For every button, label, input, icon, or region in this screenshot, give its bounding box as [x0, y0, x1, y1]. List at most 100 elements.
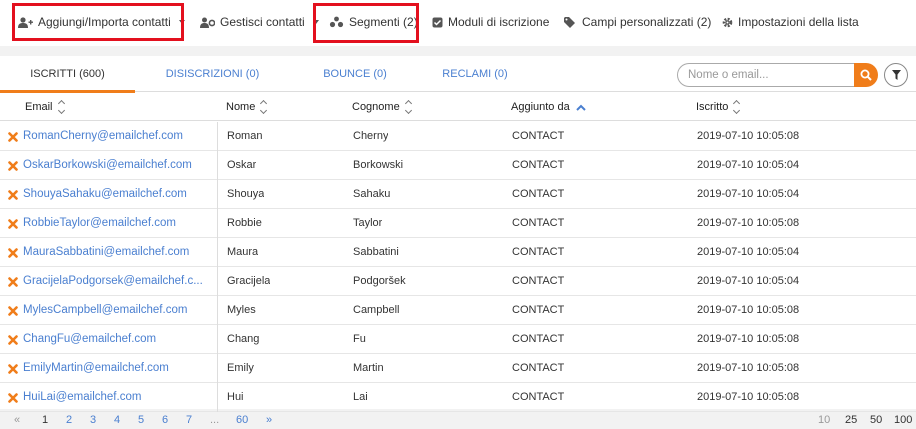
contact-email-link[interactable]: HuiLai@emailchef.com — [23, 383, 141, 412]
page-size-50[interactable]: 50 — [870, 414, 882, 426]
contact-email-link[interactable]: MauraSabbatini@emailchef.com — [23, 238, 189, 267]
email-cell: HuiLai@emailchef.com — [0, 383, 218, 412]
column-header-subscribed[interactable]: Iscritto — [696, 93, 741, 121]
table-row: EmilyMartin@emailchef.com Emily Martin CONT… — [0, 354, 916, 383]
page-size-100[interactable]: 100 — [894, 414, 912, 426]
pagination-page-4[interactable]: 4 — [114, 414, 120, 426]
signup-forms-button[interactable]: Moduli di iscrizione — [432, 0, 549, 44]
gear-icon — [722, 17, 733, 28]
table-row: MylesCampbell@emailchef.com Myles Campbell… — [0, 296, 916, 325]
delete-icon[interactable] — [8, 160, 18, 171]
contact-email-link[interactable]: RobbieTaylor@emailchef.com — [23, 209, 176, 238]
subscribed-date-cell: 2019-07-10 10:05:04 — [697, 246, 800, 258]
added-by-cell: CONTACT — [512, 391, 565, 403]
column-header-added-by-label: Aggiunto da — [511, 101, 570, 113]
subscribed-date-cell: 2019-07-10 10:05:08 — [697, 217, 800, 229]
added-by-cell: CONTACT — [512, 246, 565, 258]
delete-icon[interactable] — [8, 392, 18, 403]
email-cell: RobbieTaylor@emailchef.com — [0, 209, 218, 238]
column-header-name[interactable]: Nome — [226, 93, 268, 121]
contact-email-link[interactable]: ShouyaSahaku@emailchef.com — [23, 180, 187, 209]
delete-icon[interactable] — [8, 363, 18, 374]
contact-email-link[interactable]: OskarBorkowski@emailchef.com — [23, 151, 192, 180]
list-settings-button[interactable]: Impostazioni della lista — [722, 0, 859, 44]
table-row: HuiLai@emailchef.com Hui Lai CONTACT 2019-07… — [0, 383, 916, 412]
email-cell: EmilyMartin@emailchef.com — [0, 354, 218, 383]
delete-icon[interactable] — [8, 189, 18, 200]
pagination-page-3[interactable]: 3 — [90, 414, 96, 426]
subscribed-date-cell: 2019-07-10 10:05:08 — [697, 130, 800, 142]
name-cell: Shouya — [227, 188, 265, 200]
surname-cell: Martin — [353, 362, 384, 374]
sort-ascending-icon — [576, 104, 586, 111]
sort-icon — [260, 99, 268, 115]
pagination-page-1[interactable]: 1 — [42, 414, 48, 426]
table-row: ShouyaSahaku@emailchef.com Shouya Sahaku CO… — [0, 180, 916, 209]
delete-icon[interactable] — [8, 131, 18, 142]
search-button[interactable] — [854, 63, 878, 87]
column-header-email-label: Email — [25, 101, 53, 113]
delete-icon[interactable] — [8, 247, 18, 258]
tab-subscribed[interactable]: ISCRITTI (600) — [0, 56, 135, 93]
table-row: MauraSabbatini@emailchef.com Maura Sabbati… — [0, 238, 916, 267]
name-cell: Hui — [227, 391, 244, 403]
added-by-cell: CONTACT — [512, 217, 565, 229]
table-header: Email Nome Cognome Aggiunto da Iscritto — [0, 93, 916, 121]
list-settings-label: Impostazioni della lista — [738, 15, 859, 29]
highlight-box-segments — [313, 3, 419, 43]
custom-fields-button[interactable]: Campi personalizzati (2) — [564, 0, 711, 44]
contact-email-link[interactable]: EmilyMartin@emailchef.com — [23, 354, 169, 383]
filter-button[interactable] — [884, 63, 908, 87]
column-header-added-by[interactable]: Aggiunto da — [511, 93, 586, 121]
contact-email-link[interactable]: ChangFu@emailchef.com — [23, 325, 156, 354]
name-cell: Roman — [227, 130, 263, 142]
table-row: GracijelaPodgorsek@emailchef.c... Gracije… — [0, 267, 916, 296]
contact-email-link[interactable]: GracijelaPodgorsek@emailchef.c... — [23, 267, 203, 296]
surname-cell: Sahaku — [353, 188, 391, 200]
added-by-cell: CONTACT — [512, 304, 565, 316]
added-by-cell: CONTACT — [512, 159, 565, 171]
subscribed-date-cell: 2019-07-10 10:05:04 — [697, 275, 800, 287]
pagination-page-6[interactable]: 6 — [162, 414, 168, 426]
contact-email-link[interactable]: MylesCampbell@emailchef.com — [23, 296, 187, 325]
page-size-10[interactable]: 10 — [818, 414, 830, 426]
filter-icon — [891, 70, 901, 80]
name-cell: Gracijela — [227, 275, 271, 287]
email-cell: GracijelaPodgorsek@emailchef.c... — [0, 267, 218, 296]
name-cell: Chang — [227, 333, 260, 345]
email-cell: MylesCampbell@emailchef.com — [0, 296, 218, 325]
search-input[interactable] — [677, 63, 855, 87]
tab-complaints[interactable]: RECLAMI (0) — [420, 56, 530, 92]
surname-cell: Taylor — [353, 217, 383, 229]
pagination-page-last[interactable]: 60 — [236, 414, 248, 426]
pagination-prev[interactable]: « — [14, 414, 20, 426]
pagination-page-7[interactable]: 7 — [186, 414, 192, 426]
surname-cell: Fu — [353, 333, 366, 345]
pagination-page-2[interactable]: 2 — [66, 414, 72, 426]
tab-bounce[interactable]: BOUNCE (0) — [290, 56, 420, 92]
table-row: RomanCherny@emailchef.com Roman Cherny CONT… — [0, 122, 916, 151]
added-by-cell: CONTACT — [512, 333, 565, 345]
delete-icon[interactable] — [8, 305, 18, 316]
table-row: RobbieTaylor@emailchef.com Robbie Taylor CO… — [0, 209, 916, 238]
pagination-next[interactable]: » — [266, 414, 272, 426]
table-row: OskarBorkowski@emailchef.com Oskar Borkows… — [0, 151, 916, 180]
pagination-ellipsis: ... — [210, 414, 220, 426]
page-size-25[interactable]: 25 — [845, 414, 857, 426]
added-by-cell: CONTACT — [512, 130, 565, 142]
manage-contacts-button[interactable]: Gestisci contatti — [200, 0, 319, 44]
name-cell: Robbie — [227, 217, 262, 229]
subscribed-date-cell: 2019-07-10 10:05:04 — [697, 159, 800, 171]
pagination-page-5[interactable]: 5 — [138, 414, 144, 426]
custom-fields-label: Campi personalizzati (2) — [582, 15, 712, 29]
delete-icon[interactable] — [8, 334, 18, 345]
surname-cell: Sabbatini — [353, 246, 399, 258]
delete-icon[interactable] — [8, 218, 18, 229]
pagination: « 1 2 3 4 5 6 7 ... 60 » 10 25 50 100 — [0, 411, 916, 429]
column-header-surname[interactable]: Cognome — [352, 93, 412, 121]
tab-unsubscribed[interactable]: DISISCRIZIONI (0) — [135, 56, 290, 92]
contact-email-link[interactable]: RomanCherny@emailchef.com — [23, 122, 183, 151]
delete-icon[interactable] — [8, 276, 18, 287]
added-by-cell: CONTACT — [512, 188, 565, 200]
column-header-email[interactable]: Email — [25, 93, 65, 121]
